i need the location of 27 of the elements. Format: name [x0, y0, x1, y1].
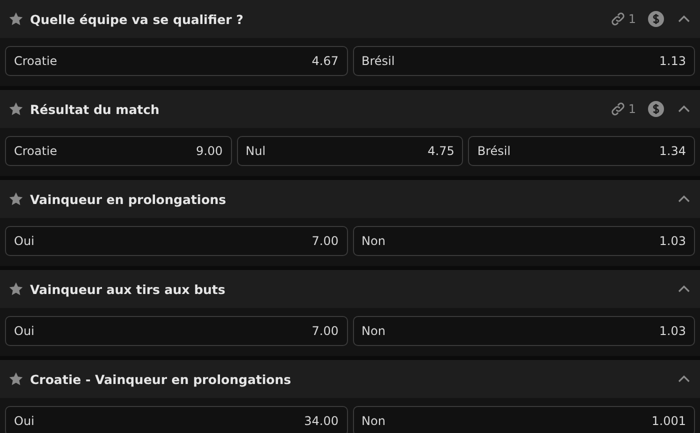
link-icon[interactable]: [610, 101, 626, 117]
market-title: Résultat du match: [30, 102, 160, 116]
odds-button[interactable]: Brésil 1.13: [352, 46, 695, 76]
odds-button[interactable]: Oui 7.00: [5, 316, 348, 346]
star-icon[interactable]: [8, 11, 24, 27]
market-title: Quelle équipe va se qualifier ?: [30, 12, 244, 26]
market-title: Vainqueur en prolongations: [30, 192, 228, 206]
star-icon[interactable]: [8, 191, 24, 207]
odds-button[interactable]: Brésil 1.34: [468, 136, 696, 166]
odds-button[interactable]: Oui 34.00: [5, 406, 348, 433]
dollar-icon[interactable]: [648, 101, 664, 117]
market-title: Vainqueur aux tirs aux buts: [30, 282, 226, 296]
odds-button[interactable]: Nul 4.75: [236, 136, 464, 166]
odds-button[interactable]: Non 1.03: [352, 226, 695, 256]
odds-button[interactable]: Croatie 9.00: [5, 136, 232, 166]
dollar-icon[interactable]: [648, 11, 664, 27]
market-title: Croatie - Vainqueur en prolongations: [30, 372, 292, 386]
odds-button[interactable]: Croatie 4.67: [5, 46, 348, 76]
star-icon[interactable]: [8, 281, 24, 297]
odds-button[interactable]: Non 1.03: [352, 316, 695, 346]
link-icon[interactable]: [610, 11, 626, 27]
odds-button[interactable]: Non 1.001: [352, 406, 695, 433]
star-icon[interactable]: [8, 371, 24, 387]
star-icon[interactable]: [8, 101, 24, 117]
odds-button[interactable]: Oui 7.00: [5, 226, 348, 256]
link-count: 1: [628, 102, 636, 116]
link-count: 1: [628, 12, 636, 26]
